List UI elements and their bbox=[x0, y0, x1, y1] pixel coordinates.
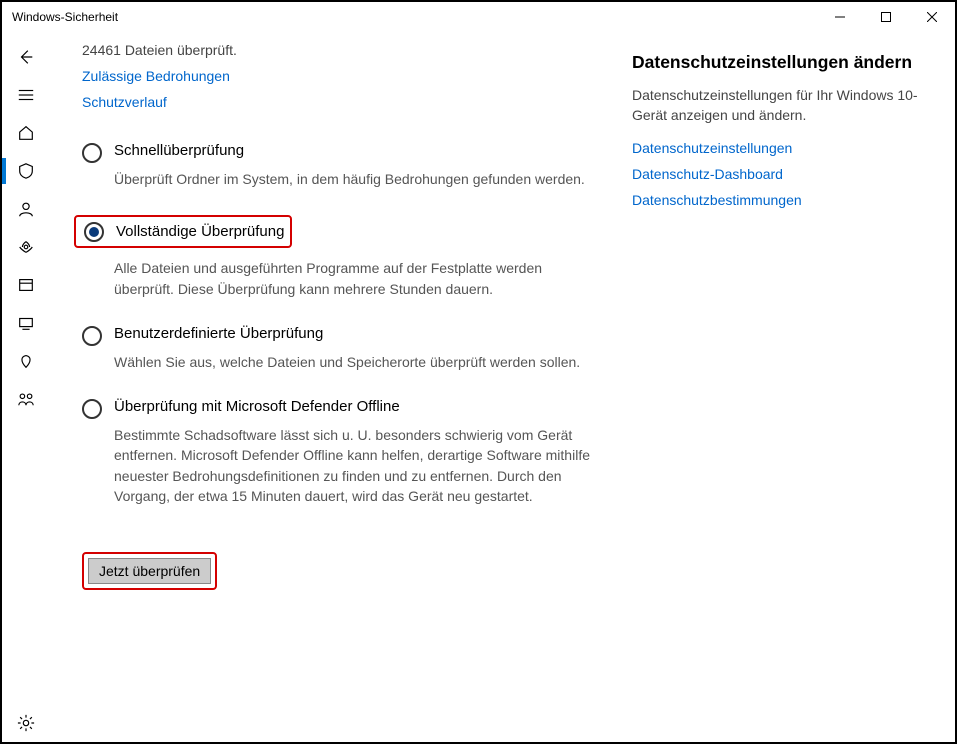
option-desc: Überprüft Ordner im System, in dem häufi… bbox=[114, 169, 602, 189]
nav-settings[interactable] bbox=[2, 704, 50, 742]
highlighted-button-wrap: Jetzt überprüfen bbox=[82, 552, 217, 590]
option-desc: Alle Dateien und ausgeführten Programme … bbox=[114, 258, 602, 299]
app-window: Windows-Sicherheit bbox=[0, 0, 957, 744]
main-panel: 24461 Dateien überprüft. Zulässige Bedro… bbox=[82, 42, 602, 722]
close-button[interactable] bbox=[909, 2, 955, 32]
link-protection-history[interactable]: Schutzverlauf bbox=[82, 94, 602, 110]
right-panel-title: Datenschutzeinstellungen ändern bbox=[632, 52, 935, 73]
nav-virus-protection[interactable] bbox=[2, 152, 50, 190]
radio-custom-scan[interactable] bbox=[82, 326, 102, 346]
link-privacy-statement[interactable]: Datenschutzbestimmungen bbox=[632, 192, 935, 208]
link-privacy-dashboard[interactable]: Datenschutz-Dashboard bbox=[632, 166, 935, 182]
option-title: Schnellüberprüfung bbox=[114, 142, 602, 159]
link-allowed-threats[interactable]: Zulässige Bedrohungen bbox=[82, 68, 602, 84]
nav-firewall[interactable] bbox=[2, 228, 50, 266]
option-offline-scan[interactable]: Überprüfung mit Microsoft Defender Offli… bbox=[82, 398, 602, 506]
option-quick-scan[interactable]: Schnellüberprüfung Überprüft Ordner im S… bbox=[82, 142, 602, 189]
nav-home[interactable] bbox=[2, 114, 50, 152]
link-privacy-settings[interactable]: Datenschutzeinstellungen bbox=[632, 140, 935, 156]
body: 24461 Dateien überprüft. Zulässige Bedro… bbox=[2, 32, 955, 742]
nav-app-browser[interactable] bbox=[2, 266, 50, 304]
radio-offline-scan[interactable] bbox=[82, 399, 102, 419]
scan-options: Schnellüberprüfung Überprüft Ordner im S… bbox=[82, 142, 602, 506]
nav-account-protection[interactable] bbox=[2, 190, 50, 228]
maximize-button[interactable] bbox=[863, 2, 909, 32]
option-title: Überprüfung mit Microsoft Defender Offli… bbox=[114, 398, 602, 415]
scan-now-button[interactable]: Jetzt überprüfen bbox=[88, 558, 211, 584]
content-area: 24461 Dateien überprüft. Zulässige Bedro… bbox=[50, 32, 955, 742]
radio-full-scan[interactable] bbox=[84, 222, 104, 242]
option-custom-scan[interactable]: Benutzerdefinierte Überprüfung Wählen Si… bbox=[82, 325, 602, 372]
minimize-button[interactable] bbox=[817, 2, 863, 32]
menu-button[interactable] bbox=[2, 76, 50, 114]
window-title: Windows-Sicherheit bbox=[12, 10, 118, 24]
option-title: Benutzerdefinierte Überprüfung bbox=[114, 325, 602, 342]
option-desc: Wählen Sie aus, welche Dateien und Speic… bbox=[114, 352, 602, 372]
right-panel: Datenschutzeinstellungen ändern Datensch… bbox=[632, 42, 935, 722]
sidebar bbox=[2, 32, 50, 742]
window-controls bbox=[817, 2, 955, 32]
scan-status: 24461 Dateien überprüft. bbox=[82, 42, 602, 58]
nav-device-security[interactable] bbox=[2, 304, 50, 342]
option-full-scan[interactable]: Vollständige Überprüfung Alle Dateien un… bbox=[82, 215, 602, 299]
highlighted-selection: Vollständige Überprüfung bbox=[74, 215, 292, 248]
right-panel-desc: Datenschutzeinstellungen für Ihr Windows… bbox=[632, 85, 935, 126]
option-title: Vollständige Überprüfung bbox=[116, 223, 284, 240]
nav-device-performance[interactable] bbox=[2, 342, 50, 380]
back-button[interactable] bbox=[2, 38, 50, 76]
nav-family-options[interactable] bbox=[2, 380, 50, 418]
radio-quick-scan[interactable] bbox=[82, 143, 102, 163]
titlebar: Windows-Sicherheit bbox=[2, 2, 955, 32]
option-desc: Bestimmte Schadsoftware lässt sich u. U.… bbox=[114, 425, 602, 506]
